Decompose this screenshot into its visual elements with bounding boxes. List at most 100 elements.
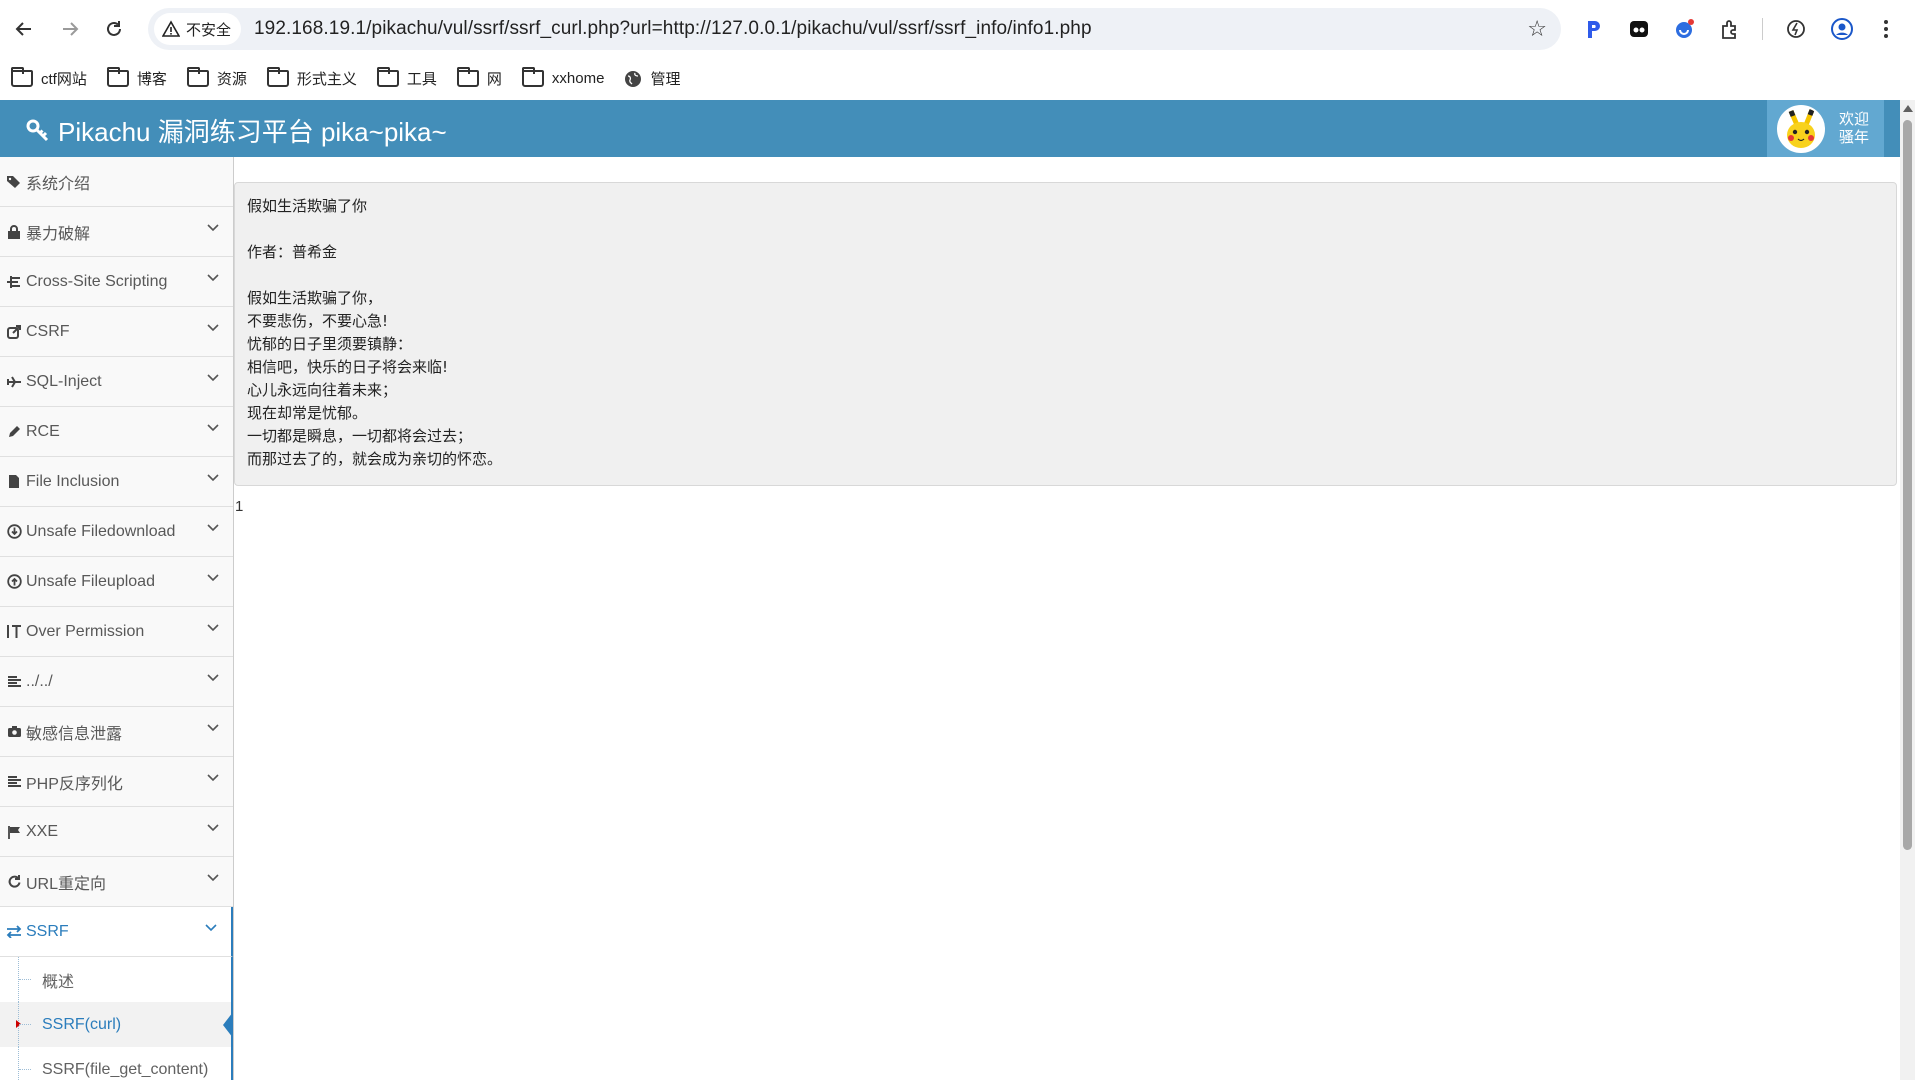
sidebar-item-label: SSRF (26, 922, 69, 940)
bookmark-label: 管理 (650, 71, 681, 88)
globe-icon (625, 70, 642, 87)
poem-line: 假如生活欺骗了你， (247, 289, 383, 307)
chevron-down-icon (207, 824, 219, 832)
sidebar-item-label: Unsafe Fileupload (26, 572, 155, 590)
scroll-up-arrow-icon[interactable] (1903, 105, 1913, 112)
bookmark-ctf[interactable]: ctf网站 (11, 67, 87, 89)
sidebar-item-label: URL重定向 (26, 875, 107, 893)
submenu-item-ssrf-curl[interactable]: SSRF(curl) (0, 1002, 233, 1047)
chevron-down-icon (207, 874, 219, 882)
extension-dark-icon[interactable] (1625, 15, 1653, 43)
reload-button[interactable] (96, 11, 132, 47)
bookmark-label: 资源 (216, 71, 247, 88)
sidebar-item-php-unserialize[interactable]: PHP反序列化 (0, 757, 233, 807)
sidebar-item-label: ../../ (26, 672, 53, 690)
poem-line: 相信吧，快乐的日子将会来临! (247, 358, 449, 376)
sidebar-item-rce[interactable]: RCE (0, 407, 233, 457)
bookmark-label: 博客 (136, 71, 167, 88)
active-pointer-icon (223, 1012, 233, 1038)
sidebar-item-xss[interactable]: Cross-Site Scripting (0, 257, 233, 307)
chevron-down-icon (207, 774, 219, 782)
chevron-down-icon (207, 524, 219, 532)
sidebar-item-bruteforce[interactable]: 暴力破解 (0, 207, 233, 257)
page-scrollbar[interactable] (1900, 100, 1915, 1080)
forward-button[interactable] (52, 11, 88, 47)
sidebar-item-intro[interactable]: 系统介绍 (0, 157, 233, 207)
user-menu[interactable]: 欢迎 骚年 (1767, 100, 1884, 157)
chevron-down-icon (207, 224, 219, 232)
bookmark-manage[interactable]: 管理 (624, 68, 680, 89)
sidebar-item-url-redirect[interactable]: URL重定向 (0, 857, 233, 907)
pikachu-avatar-icon (1779, 106, 1823, 151)
sidebar-item-label: CSRF (26, 322, 70, 340)
chevron-down-icon (207, 724, 219, 732)
download-icon (5, 523, 23, 541)
trailing-text: 1 (235, 498, 244, 515)
bookmark-resources[interactable]: 资源 (186, 67, 247, 89)
bookmark-formalism[interactable]: 形式主义 (266, 67, 357, 89)
poem-line: 假如生活欺骗了你 (247, 197, 368, 215)
extension-p-icon[interactable] (1580, 15, 1608, 43)
folder-icon (376, 67, 399, 87)
profile-icon[interactable] (1828, 15, 1856, 43)
bookmarks-bar: ctf网站 博客 资源 形式主义 工具 网 xxhome 管理 (0, 57, 1915, 100)
sidebar-item-label: PHP反序列化 (26, 775, 123, 793)
sidebar-item-ssrf[interactable]: SSRF (0, 907, 233, 957)
sidebar-item-label: SQL-Inject (26, 372, 102, 390)
url-text[interactable]: 192.168.19.1/pikachu/vul/ssrf/ssrf_curl.… (254, 18, 1092, 40)
chevron-down-icon (207, 624, 219, 632)
chevron-down-icon (207, 424, 219, 432)
extension-translate-icon[interactable] (1670, 15, 1698, 43)
performance-icon[interactable] (1782, 15, 1810, 43)
bookmark-net[interactable]: 网 (456, 67, 502, 89)
toolbar-divider (1762, 18, 1763, 40)
sidebar-item-file-inclusion[interactable]: File Inclusion (0, 457, 233, 507)
poem-line: 作者：普希金 (247, 243, 338, 261)
chevron-down-icon (207, 374, 219, 382)
lock-icon (5, 223, 23, 241)
tags-icon (5, 173, 23, 191)
welcome-line2: 骚年 (1839, 128, 1870, 146)
bookmark-xxhome[interactable]: xxhome (521, 67, 604, 87)
bookmark-label: 网 (486, 71, 502, 88)
bookmark-tools[interactable]: 工具 (376, 67, 437, 89)
address-bar[interactable]: 不安全 192.168.19.1/pikachu/vul/ssrf/ssrf_c… (148, 8, 1561, 50)
sidebar-item-info-leak[interactable]: 敏感信息泄露 (0, 707, 233, 757)
site-header: Pikachu 漏洞练习平台 pika~pika~ 欢迎 骚年 (0, 100, 1900, 157)
sidebar-item-directory-traversal[interactable]: ../../ (0, 657, 233, 707)
submenu-item-overview[interactable]: 概述 (0, 957, 231, 1002)
bookmark-blog[interactable]: 博客 (106, 67, 167, 89)
bookmark-star-icon[interactable]: ☆ (1527, 16, 1547, 42)
refresh-icon (5, 873, 23, 891)
sidebar-item-label: XXE (26, 822, 59, 840)
submenu-item-ssrf-file-get-content[interactable]: SSRF(file_get_content) (0, 1047, 231, 1080)
folder-icon (456, 67, 479, 87)
site-brand[interactable]: Pikachu 漏洞练习平台 pika~pika~ (26, 112, 447, 149)
chevron-down-icon (207, 574, 219, 582)
sidebar-item-label: 敏感信息泄露 (26, 725, 123, 743)
scroll-thumb[interactable] (1903, 120, 1912, 850)
sidebar-item-over-permission[interactable]: Over Permission (0, 607, 233, 657)
sidebar-item-sqli[interactable]: SQL-Inject (0, 357, 233, 407)
bookmark-label: 工具 (406, 71, 437, 88)
extensions-puzzle-icon[interactable] (1716, 15, 1744, 43)
chevron-down-icon (207, 324, 219, 332)
bookmark-label: 形式主义 (296, 71, 357, 88)
sidebar-item-csrf[interactable]: CSRF (0, 307, 233, 357)
sidebar-item-unsafe-upload[interactable]: Unsafe Fileupload (0, 557, 233, 607)
arrow-left-icon (15, 21, 31, 36)
sidebar-item-label: Cross-Site Scripting (26, 272, 168, 290)
menu-kebab-icon[interactable] (1872, 15, 1900, 43)
sidebar-item-unsafe-download[interactable]: Unsafe Filedownload (0, 507, 233, 557)
sidebar-item-label: File Inclusion (26, 472, 120, 490)
back-button[interactable] (6, 11, 42, 47)
submenu-item-label: SSRF(curl) (42, 1015, 122, 1033)
reload-icon (107, 20, 121, 36)
security-label: 不安全 (186, 21, 232, 39)
avatar (1777, 104, 1825, 153)
folder-icon (266, 67, 289, 87)
security-chip[interactable]: 不安全 (154, 13, 242, 45)
folder-icon (186, 67, 209, 87)
sidebar-item-xxe[interactable]: XXE (0, 807, 233, 857)
sidebar-item-label: 系统介绍 (26, 175, 91, 193)
